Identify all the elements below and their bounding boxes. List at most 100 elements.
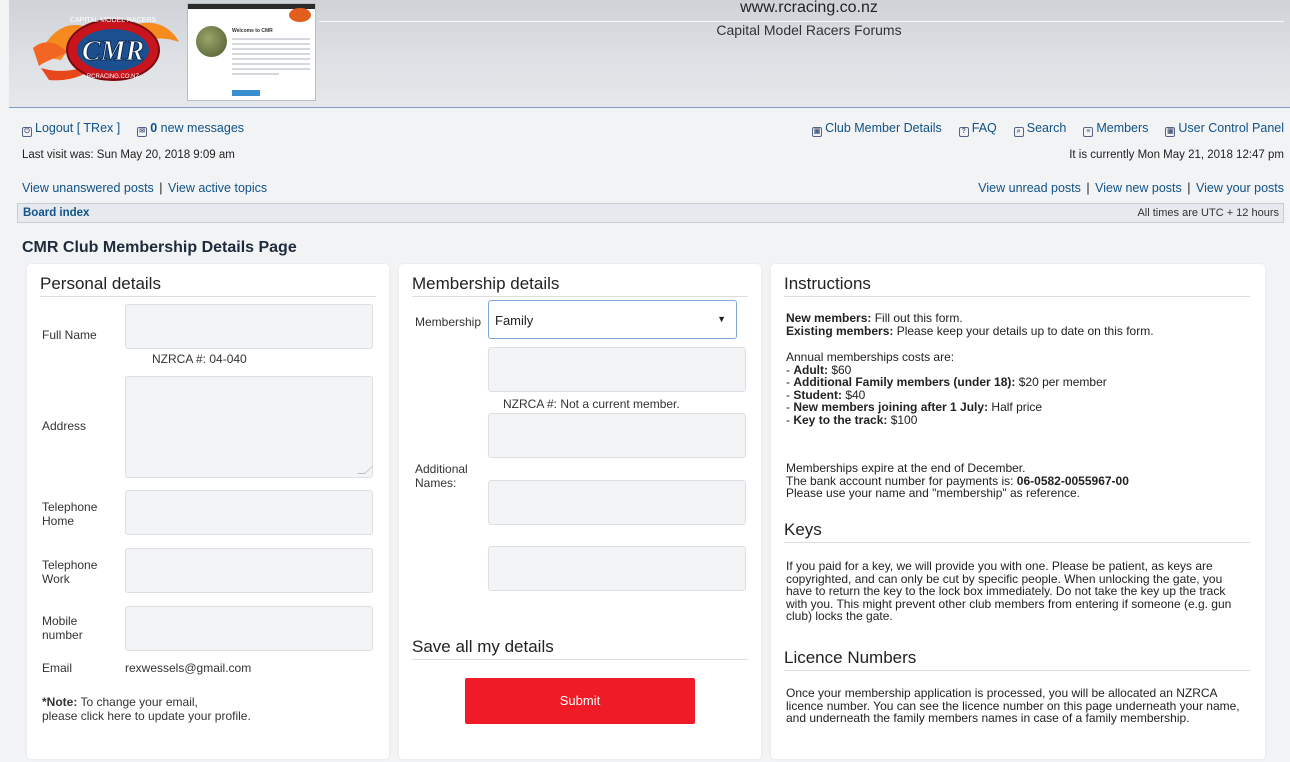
save-details-heading: Save all my details (412, 637, 748, 660)
logout-icon: ⏻ (22, 127, 32, 137)
email-note: *Note: To change your email, (42, 695, 198, 709)
view-unanswered-link[interactable]: View unanswered posts (22, 181, 154, 195)
new-messages-count: 0 (150, 121, 158, 135)
breadcrumb: Board index All times are UTC + 12 hours (17, 203, 1284, 223)
instructions-heading: Instructions (784, 274, 1250, 297)
existing-members-text: Please keep your details up to date on t… (893, 323, 1154, 338)
payment-info: Memberships expire at the end of Decembe… (786, 462, 1256, 500)
cmr-logo[interactable]: CAPITAL MODEL RACERS CMR RCRACING.CO.NZ (31, 8, 183, 88)
update-profile-link[interactable]: please click here to update your profile… (42, 709, 251, 723)
view-active-link[interactable]: View active topics (168, 181, 267, 195)
additional-name-input-4[interactable] (488, 546, 746, 591)
thumbnail-button (232, 90, 260, 96)
current-time: It is currently Mon May 21, 2018 12:47 p… (1069, 149, 1284, 161)
personal-details-panel: Personal details Full Name NZRCA #: 04-0… (27, 264, 389, 759)
membership-details-panel: Membership details Membership Family ▼ N… (399, 264, 761, 759)
thumbnail-avatar (196, 26, 227, 57)
user-control-panel-link[interactable]: ▣ User Control Panel (1165, 121, 1284, 137)
search-link[interactable]: ⌕ Search (1013, 121, 1067, 137)
site-url[interactable]: www.rcracing.co.nz (609, 0, 1009, 17)
site-header: CAPITAL MODEL RACERS CMR RCRACING.CO.NZ … (9, 0, 1290, 108)
note-text: To change your email, (77, 695, 198, 709)
member-card-icon: ▣ (812, 127, 823, 137)
new-july-text: Half price (988, 400, 1043, 414)
members-icon: ≡ (1083, 127, 1094, 137)
licence-text: Once your membership application is proc… (786, 686, 1240, 725)
membership-label: Membership (415, 315, 482, 329)
logout-link[interactable]: ⏻ Logout [ TRex ] (22, 121, 121, 137)
email-value: rexwessels@gmail.com (125, 661, 252, 675)
membership-select[interactable]: Family ▼ (488, 300, 737, 339)
new-messages-link[interactable]: ✉ 0 new messages (137, 121, 245, 137)
key-text: $100 (887, 412, 918, 427)
submit-button[interactable]: Submit (465, 678, 695, 724)
instructions-panel: Instructions New members: Fill out this … (771, 264, 1265, 759)
additional-name-input-1[interactable] (488, 347, 746, 392)
licence-heading: Licence Numbers (784, 648, 1250, 671)
membership-details-heading: Membership details (412, 274, 748, 297)
club-member-details-link[interactable]: ▣ Club Member Details (812, 121, 942, 137)
membership-nzrca: NZRCA #: Not a current member. (503, 397, 680, 411)
last-visit: Last visit was: Sun May 20, 2018 9:09 am (22, 149, 235, 161)
chevron-down-icon: ▼ (717, 314, 726, 324)
separator: | (1187, 181, 1191, 195)
view-your-posts-link[interactable]: View your posts (1196, 181, 1284, 195)
members-label: Members (1096, 121, 1149, 135)
personal-details-heading: Personal details (40, 274, 376, 297)
costs-intro: Annual memberships costs are: (786, 350, 955, 364)
keys-heading: Keys (784, 520, 1250, 543)
telephone-work-label: Telephone Work (42, 558, 98, 586)
resize-handle[interactable] (357, 466, 373, 474)
user-control-panel-label: User Control Panel (1178, 121, 1284, 135)
mobile-label: Mobile number (42, 614, 83, 642)
address-textarea[interactable] (125, 376, 373, 478)
board-index-link[interactable]: Board index (23, 207, 89, 219)
keys-text: If you paid for a key, we will provide y… (786, 559, 1232, 623)
site-description: Capital Model Racers Forums (716, 22, 902, 38)
thumbnail-text-lines (232, 38, 310, 78)
separator: | (159, 181, 163, 195)
message-icon: ✉ (137, 127, 148, 137)
reference-text: Please use your name and "membership" as… (786, 486, 1081, 500)
faq-label: FAQ (971, 121, 997, 135)
address-label: Address (42, 419, 87, 433)
additional-name-input-3[interactable] (488, 480, 746, 525)
logo-text: CMR (82, 36, 144, 67)
thumbnail-logo-badge (289, 8, 311, 22)
existing-members-bold: Existing members: (786, 323, 894, 338)
telephone-home-label: Telephone Home (42, 500, 98, 528)
family-text: $20 per member (1015, 375, 1107, 389)
user-icon: ▣ (1165, 127, 1176, 137)
members-link[interactable]: ≡ Members (1083, 121, 1149, 137)
new-messages-label: new messages (160, 121, 245, 135)
nzrca-number: NZRCA #: 04-040 (152, 352, 247, 366)
logout-label: Logout [ TRex ] (35, 121, 121, 135)
welcome-thumbnail[interactable]: Welcome to CMR (187, 3, 316, 101)
search-icon: ⌕ (1013, 127, 1024, 137)
key-bold: Key to the track: (793, 412, 888, 427)
note-bold: *Note: (42, 695, 78, 709)
additional-name-input-2[interactable] (488, 413, 746, 458)
membership-costs: Annual memberships costs are: - Adult: $… (786, 351, 1256, 426)
additional-names-label: Additional Names: (415, 462, 468, 490)
mobile-input[interactable] (125, 606, 373, 651)
logo-ring-text: CAPITAL MODEL RACERS (70, 17, 156, 24)
logo-bottom-text: RCRACING.CO.NZ (87, 74, 140, 80)
search-label: Search (1026, 121, 1067, 135)
separator: | (1086, 181, 1090, 195)
full-name-label: Full Name (42, 328, 97, 342)
membership-selected-value: Family (495, 313, 534, 328)
telephone-home-input[interactable] (125, 490, 373, 535)
full-name-input[interactable] (125, 304, 373, 349)
page-title: CMR Club Membership Details Page (22, 239, 297, 256)
timezone-text: All times are UTC + 12 hours (1137, 207, 1279, 219)
member-instructions: New members: Fill out this form. Existin… (786, 312, 1256, 337)
thumbnail-title: Welcome to CMR (232, 28, 273, 34)
email-label: Email (42, 661, 73, 675)
faq-link[interactable]: ? FAQ (958, 121, 997, 137)
view-new-link[interactable]: View new posts (1095, 181, 1182, 195)
club-member-details-label: Club Member Details (825, 121, 942, 135)
faq-icon: ? (958, 127, 969, 137)
view-unread-link[interactable]: View unread posts (978, 181, 1081, 195)
telephone-work-input[interactable] (125, 548, 373, 593)
